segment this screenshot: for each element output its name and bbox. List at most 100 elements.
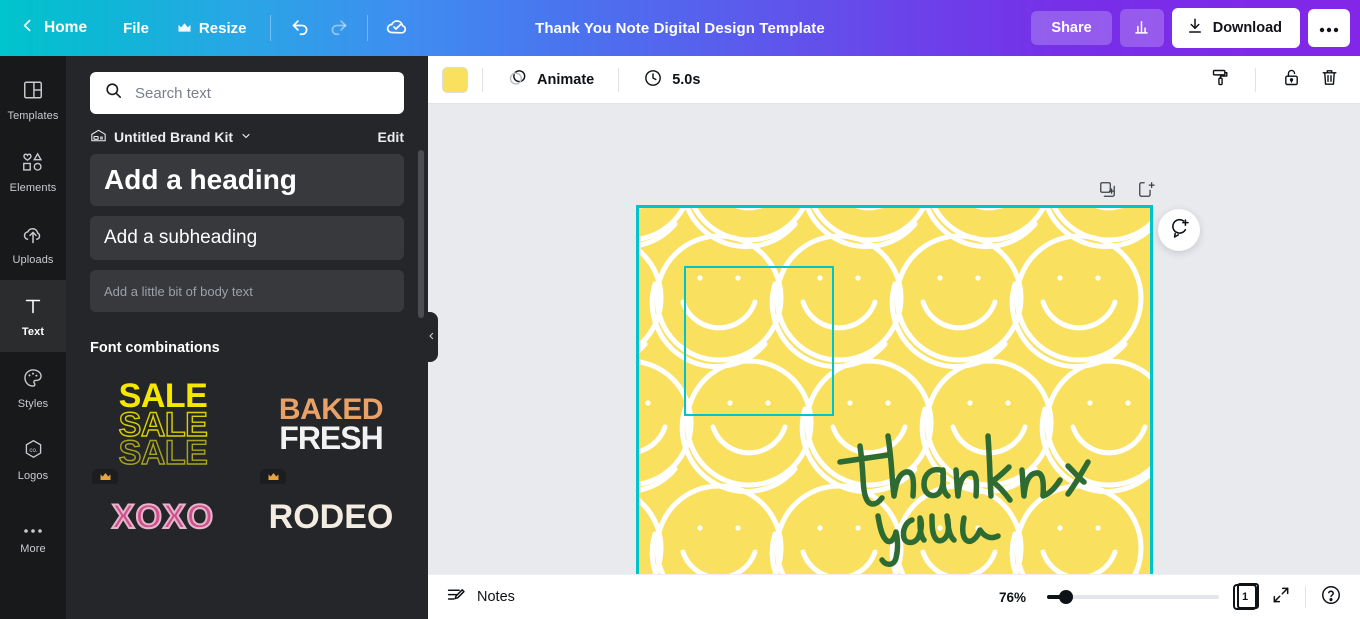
file-menu-button[interactable]: File <box>109 0 163 56</box>
templates-grid-icon <box>22 79 44 106</box>
add-body-text-button[interactable]: Add a little bit of body text <box>90 270 404 312</box>
ellipsis-icon <box>23 521 43 539</box>
search-input[interactable] <box>135 84 390 102</box>
panel-scrollbar[interactable] <box>418 150 424 318</box>
add-page-button[interactable] <box>1137 180 1156 204</box>
back-button[interactable] <box>0 0 40 56</box>
top-header: Home File Resize Thank You Note Digital … <box>0 0 1360 56</box>
pro-badge <box>260 469 286 484</box>
brand-kit-edit-link[interactable]: Edit <box>378 129 404 145</box>
sidebar-item-styles[interactable]: Styles <box>0 352 66 424</box>
sidebar-item-text[interactable]: Text <box>0 280 66 352</box>
duration-label: 5.0s <box>672 71 701 88</box>
sidebar-item-templates[interactable]: Templates <box>0 64 66 136</box>
home-button[interactable]: Home <box>40 0 109 56</box>
add-body-text-label: Add a little bit of body text <box>104 283 253 299</box>
page-count-badge[interactable]: 1 <box>1233 583 1259 610</box>
insights-button[interactable] <box>1119 9 1164 47</box>
design-canvas-page[interactable] <box>636 205 1153 578</box>
font-combinations-title: Font combinations <box>90 340 220 356</box>
sidebar-label-templates: Templates <box>7 109 59 122</box>
add-heading-button[interactable]: Add a heading <box>90 154 404 206</box>
sidebar-item-more[interactable]: More <box>0 502 66 574</box>
page-number-label: 1 <box>1241 591 1249 603</box>
svg-text:co.: co. <box>29 447 37 454</box>
add-page-icon <box>1137 182 1156 203</box>
rodeo-preview: RODEO <box>268 498 394 536</box>
brand-kit-row: Untitled Brand Kit Edit <box>66 114 428 154</box>
zoom-slider[interactable] <box>1047 590 1219 604</box>
add-heading-label: Add a heading <box>104 164 297 195</box>
notes-label: Notes <box>477 589 515 605</box>
sidebar-label-more: More <box>20 543 46 555</box>
shapes-icon <box>21 151 45 178</box>
delete-button[interactable] <box>1312 63 1346 97</box>
undo-button[interactable] <box>281 9 319 47</box>
add-subheading-button[interactable]: Add a subheading <box>90 216 404 260</box>
sidebar-item-elements[interactable]: Elements <box>0 136 66 208</box>
font-combination-grid-row2: XOXO RODEO <box>66 498 428 544</box>
panel-collapse-handle[interactable] <box>424 312 438 362</box>
more-options-button[interactable] <box>1308 9 1350 47</box>
download-label: Download <box>1212 20 1282 36</box>
help-button[interactable] <box>1320 584 1342 611</box>
canvas-area[interactable]: + Add page <box>428 104 1360 619</box>
element-toolbar: Animate 5.0s <box>428 56 1360 104</box>
paint-roller-icon <box>1210 67 1231 93</box>
chevron-left-icon <box>427 330 436 345</box>
file-label: File <box>123 19 149 37</box>
redo-button[interactable] <box>319 9 357 47</box>
cloud-save-status[interactable] <box>378 9 416 47</box>
share-button[interactable]: Share <box>1031 11 1112 45</box>
add-comment-button[interactable] <box>1158 209 1200 251</box>
zoom-slider-knob[interactable] <box>1059 590 1073 604</box>
header-divider-2 <box>367 15 369 41</box>
chevron-down-icon <box>240 129 252 145</box>
status-right-group: 76% 1 <box>999 583 1342 611</box>
search-box[interactable] <box>90 72 404 114</box>
resize-button[interactable]: Resize <box>163 0 261 56</box>
fullscreen-button[interactable] <box>1271 585 1291 610</box>
brand-kit-icon <box>90 128 107 146</box>
ellipsis-icon <box>1319 21 1339 36</box>
search-icon <box>104 81 123 105</box>
animate-button[interactable]: Animate <box>497 61 604 98</box>
palette-icon <box>22 367 44 394</box>
duplicate-page-icon <box>1098 182 1117 203</box>
font-combination-card[interactable]: SALE SALE SALE <box>90 366 236 484</box>
download-arrow-icon <box>1186 17 1204 39</box>
sidebar-label-elements: Elements <box>9 181 57 194</box>
resize-label: Resize <box>198 19 247 37</box>
header-divider-1 <box>270 15 272 41</box>
copy-style-button[interactable] <box>1203 63 1237 97</box>
download-button[interactable]: Download <box>1171 8 1300 48</box>
font-combination-grid: SALE SALE SALE BAKED FRESH <box>66 366 428 484</box>
lock-button[interactable] <box>1274 63 1308 97</box>
sale-text-preview: SALE SALE SALE <box>118 379 209 473</box>
add-comment-icon <box>1168 217 1190 244</box>
notes-button[interactable]: Notes <box>446 585 515 610</box>
thank-you-script[interactable] <box>836 424 1146 569</box>
duplicate-page-button[interactable] <box>1098 180 1117 204</box>
page-tools <box>1098 180 1156 204</box>
text-t-icon <box>22 295 44 322</box>
help-circle-icon <box>1320 584 1342 611</box>
left-nav-rail: Templates Elements Uploads Text Styles c… <box>0 56 66 619</box>
upload-cloud-icon <box>21 223 45 250</box>
sale-line-3: SALE <box>118 434 209 473</box>
home-label: Home <box>44 19 88 36</box>
sidebar-item-uploads[interactable]: Uploads <box>0 208 66 280</box>
selected-element-bounding-box[interactable] <box>684 266 834 416</box>
fill-color-swatch[interactable] <box>442 66 468 93</box>
crown-icon <box>267 469 280 485</box>
logo-hexagon-icon: co. <box>22 438 45 466</box>
expand-arrows-icon <box>1271 585 1291 610</box>
font-combination-card[interactable]: BAKED FRESH <box>258 366 404 484</box>
duration-button[interactable]: 5.0s <box>633 62 710 98</box>
chevron-left-icon <box>19 17 36 39</box>
sidebar-item-logos[interactable]: co. Logos <box>0 424 66 496</box>
brand-kit-selector[interactable]: Untitled Brand Kit <box>90 128 252 146</box>
font-combination-card[interactable]: XOXO <box>90 498 236 544</box>
font-combination-card[interactable]: RODEO <box>258 498 404 544</box>
pro-badge <box>92 469 118 484</box>
